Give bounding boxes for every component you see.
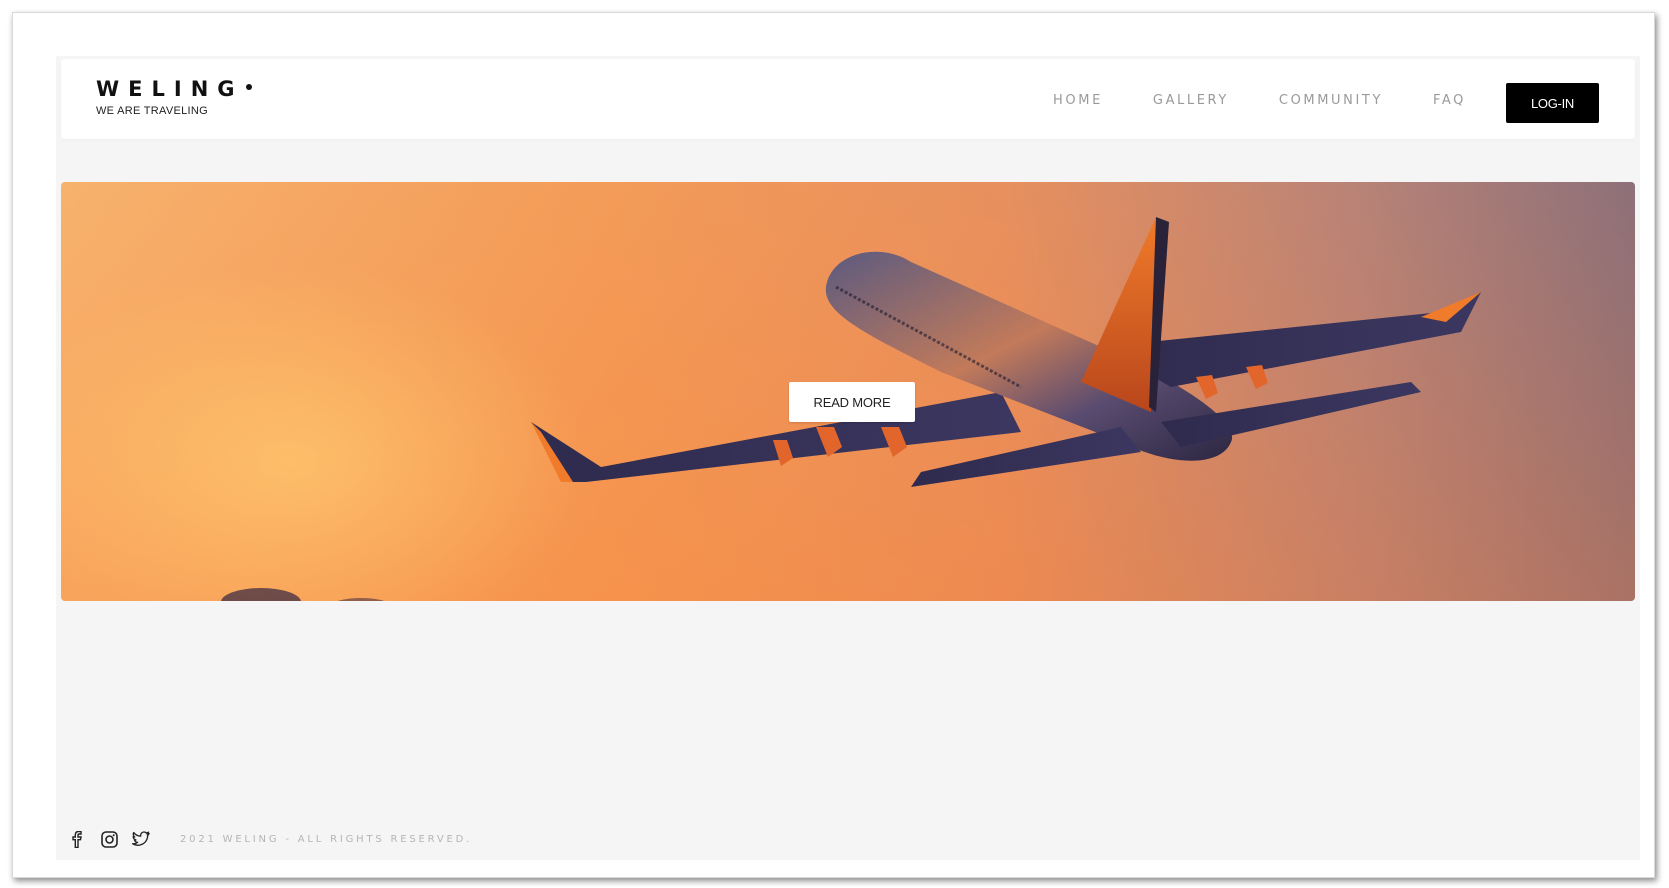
nav-community[interactable]: COMMUNITY: [1279, 93, 1383, 108]
website-canvas: WELING WE ARE TRAVELING HOME GALLERY COM…: [56, 56, 1640, 860]
main-nav: HOME GALLERY COMMUNITY FAQ: [1003, 93, 1466, 108]
nav-home[interactable]: HOME: [1053, 93, 1103, 108]
login-button[interactable]: LOG-IN: [1506, 83, 1599, 123]
logo-title: WELING: [96, 77, 244, 101]
logo-tagline: WE ARE TRAVELING: [96, 105, 208, 117]
nav-faq[interactable]: FAQ: [1433, 93, 1466, 108]
hero-banner: READ MORE: [61, 182, 1635, 601]
nav-gallery[interactable]: GALLERY: [1153, 93, 1229, 108]
social-links: [68, 830, 150, 848]
logo[interactable]: WELING WE ARE TRAVELING: [96, 79, 252, 117]
site-footer: 2021 WELING - ALL RIGHTS RESERVED.: [68, 829, 472, 849]
site-header: WELING WE ARE TRAVELING HOME GALLERY COM…: [61, 59, 1635, 139]
logo-dot-icon: [245, 84, 252, 90]
facebook-icon[interactable]: [68, 830, 86, 848]
browser-frame: WELING WE ARE TRAVELING HOME GALLERY COM…: [12, 12, 1655, 878]
read-more-button[interactable]: READ MORE: [789, 382, 915, 422]
instagram-icon[interactable]: [100, 830, 118, 848]
twitter-icon[interactable]: [132, 830, 150, 848]
copyright-text: 2021 WELING - ALL RIGHTS RESERVED.: [180, 833, 473, 845]
